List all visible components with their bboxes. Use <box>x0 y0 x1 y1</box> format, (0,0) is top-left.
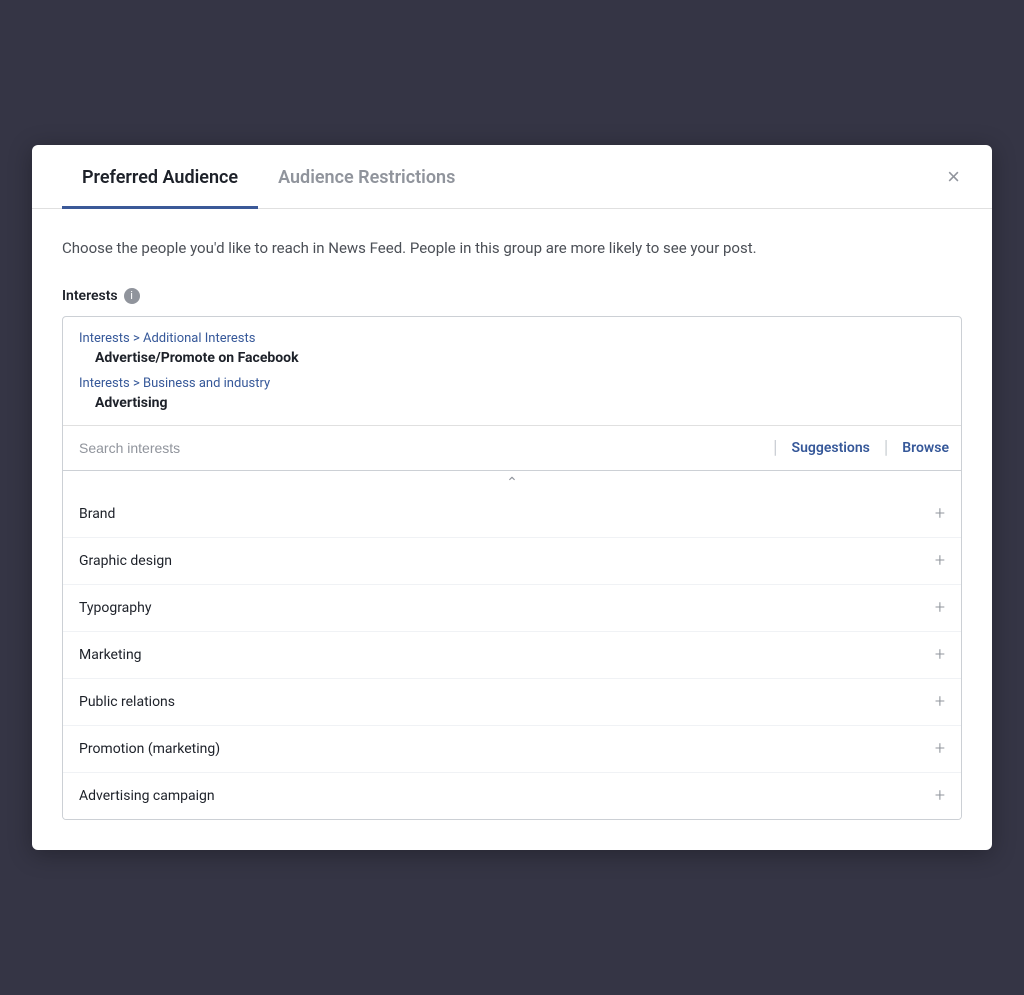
suggestion-label: Marketing <box>79 647 142 663</box>
suggestions-list: Brand + Graphic design + Typography + Ma… <box>63 491 961 819</box>
tag-breadcrumb-1: Interests > Additional Interests <box>79 331 945 346</box>
add-icon[interactable]: + <box>935 787 945 805</box>
breadcrumb-link-interests-2[interactable]: Interests <box>79 376 130 391</box>
suggestion-label: Graphic design <box>79 553 172 569</box>
breadcrumb-separator-1: > <box>133 331 143 346</box>
add-icon[interactable]: + <box>935 693 945 711</box>
list-item[interactable]: Advertising campaign + <box>63 773 961 819</box>
list-item[interactable]: Marketing + <box>63 632 961 679</box>
interests-label: Interests <box>62 288 118 304</box>
add-icon[interactable]: + <box>935 646 945 664</box>
tags-area: Interests > Additional Interests Adverti… <box>63 317 961 426</box>
interests-box: Interests > Additional Interests Adverti… <box>62 316 962 820</box>
add-icon[interactable]: + <box>935 740 945 758</box>
browse-link[interactable]: Browse <box>890 426 961 470</box>
breadcrumb-link-business[interactable]: Business and industry <box>143 376 270 391</box>
modal-dialog: Preferred Audience Audience Restrictions… <box>32 145 992 850</box>
search-input[interactable] <box>63 426 771 470</box>
tag-name-2: Advertising <box>79 395 945 411</box>
search-divider-2: | <box>882 437 890 458</box>
modal-body: Choose the people you'd like to reach in… <box>32 209 992 850</box>
tag-row-1: Interests > Additional Interests Adverti… <box>79 331 945 366</box>
breadcrumb-separator-2: > <box>133 376 143 391</box>
suggestion-label: Public relations <box>79 694 175 710</box>
chevron-up: ⌃ <box>63 471 961 491</box>
tab-preferred-audience[interactable]: Preferred Audience <box>62 145 258 209</box>
description-text: Choose the people you'd like to reach in… <box>62 237 962 260</box>
suggestion-label: Advertising campaign <box>79 788 215 804</box>
breadcrumb-link-additional[interactable]: Additional Interests <box>143 331 255 346</box>
modal-tabs: Preferred Audience Audience Restrictions… <box>32 145 992 209</box>
chevron-up-icon: ⌃ <box>506 475 518 491</box>
tag-breadcrumb-2: Interests > Business and industry <box>79 376 945 391</box>
list-item[interactable]: Public relations + <box>63 679 961 726</box>
suggestion-label: Typography <box>79 600 151 616</box>
suggestion-label: Brand <box>79 506 115 522</box>
breadcrumb-link-interests-1[interactable]: Interests <box>79 331 130 346</box>
close-button[interactable]: × <box>939 160 968 194</box>
search-row: | Suggestions | Browse <box>63 426 961 471</box>
tag-name-1: Advertise/Promote on Facebook <box>79 350 945 366</box>
tab-audience-restrictions[interactable]: Audience Restrictions <box>258 145 475 209</box>
list-item[interactable]: Typography + <box>63 585 961 632</box>
list-item[interactable]: Graphic design + <box>63 538 961 585</box>
add-icon[interactable]: + <box>935 552 945 570</box>
interests-label-row: Interests i <box>62 288 962 304</box>
info-icon[interactable]: i <box>124 288 140 304</box>
suggestions-link[interactable]: Suggestions <box>780 426 882 470</box>
add-icon[interactable]: + <box>935 505 945 523</box>
add-icon[interactable]: + <box>935 599 945 617</box>
suggestion-label: Promotion (marketing) <box>79 741 220 757</box>
tag-row-2: Interests > Business and industry Advert… <box>79 376 945 411</box>
search-divider: | <box>771 437 779 458</box>
list-item[interactable]: Promotion (marketing) + <box>63 726 961 773</box>
list-item[interactable]: Brand + <box>63 491 961 538</box>
